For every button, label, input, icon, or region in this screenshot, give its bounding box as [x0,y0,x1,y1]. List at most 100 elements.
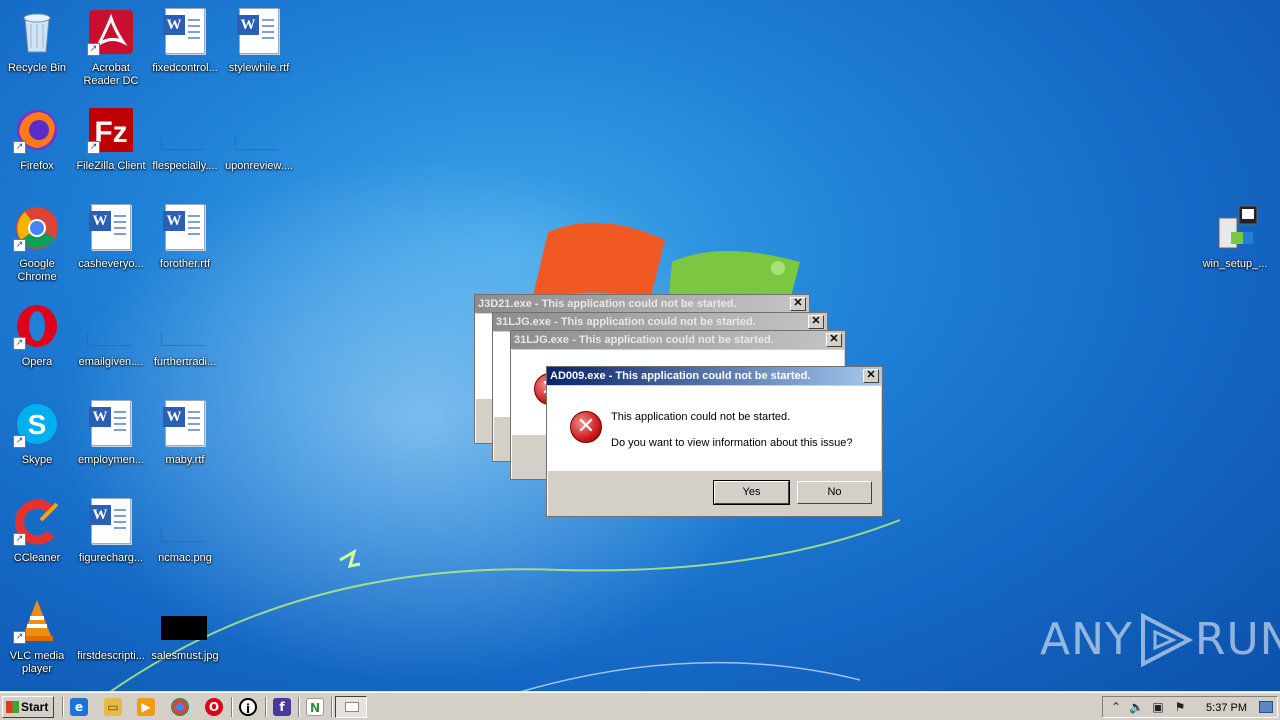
show-desktop-button[interactable] [1259,701,1273,713]
desktop-icon-forother[interactable]: W forother.rtf [148,200,222,292]
word-document-icon: W [87,498,135,546]
desktop-icon-maby[interactable]: W maby.rtf [148,396,222,488]
desktop-icon-skype[interactable]: S ↗ Skype [0,396,74,488]
desktop-icon-fixedcontrol[interactable]: W fixedcontrol... [148,4,222,96]
desktop-icon-firefox[interactable]: ↗ Firefox [0,102,74,194]
blank-file-icon [161,498,209,546]
icon-label: firstdescripti... [77,650,145,662]
icon-label: Firefox [20,160,54,172]
icon-label: salesmust.jpg [151,650,219,662]
system-tray: ⌃ 🔈 ▣ ⚑ 5:37 PM [1102,696,1278,718]
desktop-icon-vlc[interactable]: ↗ VLC media player [0,592,74,684]
desktop-icon-salesmust[interactable]: salesmust.jpg [148,592,222,684]
window-icon [345,702,359,712]
word-document-icon: W [161,204,209,252]
desktop-icon-employmen[interactable]: W employmen... [74,396,148,488]
clock[interactable]: 5:37 PM [1206,700,1247,716]
dialog-titlebar[interactable]: 31LJG.exe - This application could not b… [493,313,827,331]
word-document-icon: W [161,8,209,56]
media-player-icon[interactable]: ▶ [137,698,155,716]
dialog-title: AD009.exe - This application could not b… [550,370,811,382]
play-logo-icon [1140,612,1193,668]
dialog-titlebar[interactable]: 31LJG.exe - This application could not b… [511,331,845,349]
blank-file-icon [161,302,209,350]
desktop-icon-uponreview[interactable]: uponreview.... [222,102,296,194]
error-dialog-ad009[interactable]: AD009.exe - This application could not b… [546,366,883,517]
action-center-flag-icon[interactable]: ⚑ [1173,700,1187,714]
icon-label: Skype [21,454,53,466]
opera-icon: ↗ [13,302,61,350]
shortcut-arrow-icon: ↗ [87,43,100,56]
taskbar-separator [265,697,267,717]
icon-label: FileZilla Client [76,160,146,172]
icon-label: casheveryo... [78,258,144,270]
desktop-icon-recycle-bin[interactable]: Recycle Bin [0,4,74,96]
desktop-icon-casheveryo[interactable]: W casheveryo... [74,200,148,292]
word-document-icon: W [87,204,135,252]
watermark-text-left: ANY [1040,614,1133,665]
start-label: Start [21,700,49,714]
start-button[interactable]: Start [2,696,54,718]
desktop-icon-ncmac[interactable]: ncmac.png [148,494,222,586]
icon-label: emailgiven.... [78,356,144,368]
desktop-icon-ccleaner[interactable]: ↗ CCleaner [0,494,74,586]
desktop-icon-firstdescripti[interactable]: firstdescripti... [74,592,148,684]
desktop-icon-furthertradi[interactable]: furthertradi... [148,298,222,390]
info-icon[interactable]: i [239,698,257,716]
icon-label: flespecially.... [152,160,218,172]
icon-label: CCleaner [13,552,61,564]
yes-button[interactable]: Yes [713,480,790,505]
close-button[interactable]: ✕ [808,315,824,329]
desktop-icon-filezilla[interactable]: Fz ↗ FileZilla Client [74,102,148,194]
dialog-titlebar[interactable]: J3D21.exe - This application could not b… [475,295,809,313]
desktop-icon-flespecially[interactable]: flespecially.... [148,102,222,194]
icon-label: fixedcontrol... [152,62,218,74]
internet-explorer-icon[interactable]: e [70,698,88,716]
shortcut-arrow-icon: ↗ [13,239,26,252]
desktop-icon-emailgiven[interactable]: emailgiven.... [74,298,148,390]
chrome-icon[interactable] [171,698,189,716]
dialog-title: 31LJG.exe - This application could not b… [496,316,756,328]
network-icon[interactable]: ▣ [1151,700,1165,714]
desktop-icon-figurecharg[interactable]: W figurecharg... [74,494,148,586]
dialog-message-line2: Do you want to view information about th… [611,437,853,449]
close-button[interactable]: ✕ [826,333,842,347]
volume-icon[interactable]: 🔈 [1129,700,1144,714]
dialog-message-line1: This application could not be started. [611,411,791,423]
error-icon: ✕ [570,411,602,443]
installer-icon [1211,204,1259,252]
taskbar: Start e ▭ ▶ O i f N ⌃ 🔈 ▣ ⚑ 5:37 PM [0,692,1280,720]
desktop-icon-win-setup[interactable]: win_setup_... [1198,200,1272,292]
recycle-bin-icon [13,8,61,56]
icon-label: maby.rtf [165,454,205,466]
desktop-icon-acrobat[interactable]: ↗ Acrobat Reader DC [74,4,148,96]
taskbar-separator [331,697,333,717]
close-button[interactable]: ✕ [790,297,806,311]
taskbar-separator [62,697,64,717]
word-document-icon: W [161,400,209,448]
dialog-title: J3D21.exe - This application could not b… [478,298,737,310]
dialog-titlebar[interactable]: AD009.exe - This application could not b… [547,367,882,385]
app-n-icon[interactable]: N [306,698,324,716]
skype-icon: S ↗ [13,400,61,448]
icon-label: Acrobat Reader DC [83,62,139,87]
desktop-icon-stylewhile[interactable]: W stylewhile.rtf [222,4,296,96]
no-button[interactable]: No [797,481,872,504]
opera-icon[interactable]: O [205,698,223,716]
desktop-icon-opera[interactable]: ↗ Opera [0,298,74,390]
blank-file-icon [87,302,135,350]
taskbar-window-button[interactable] [335,696,367,718]
explorer-folder-icon[interactable]: ▭ [104,698,122,716]
shortcut-arrow-icon: ↗ [13,533,26,546]
close-button[interactable]: ✕ [863,369,879,383]
vlc-icon: ↗ [13,596,61,644]
blank-file-icon [161,106,209,154]
icon-label: ncmac.png [158,552,212,564]
icon-label: uponreview.... [225,160,293,172]
icon-label: VLC media player [9,650,65,675]
show-hidden-icons-icon[interactable]: ⌃ [1109,700,1123,714]
svg-text:S: S [28,409,47,440]
chrome-icon: ↗ [13,204,61,252]
app-icon[interactable]: f [273,698,291,716]
desktop-icon-chrome[interactable]: ↗ Google Chrome [0,200,74,292]
